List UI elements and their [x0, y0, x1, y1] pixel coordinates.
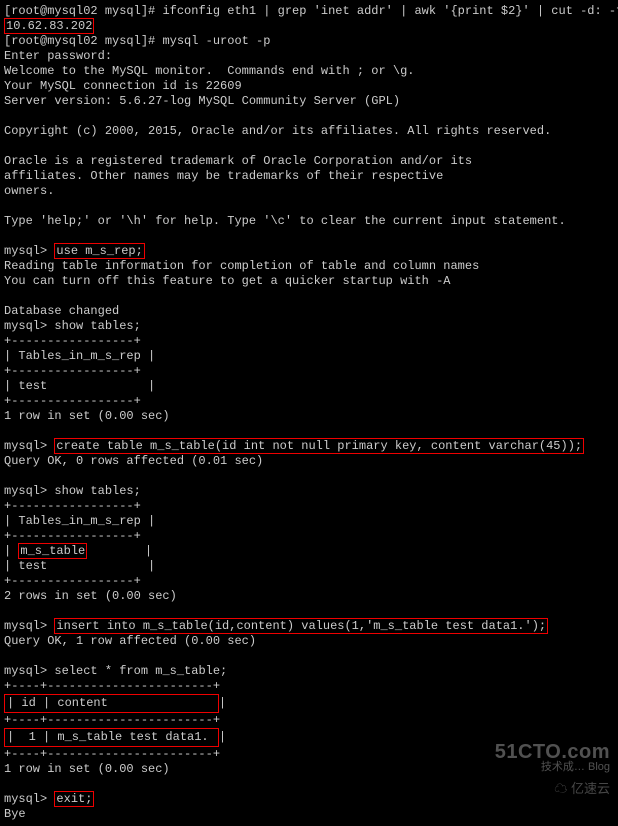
blank-line: [4, 199, 614, 214]
table-header: | Tables_in_m_s_rep |: [4, 349, 614, 364]
terminal-line: [root@mysql02 mysql]# mysql -uroot -p: [4, 34, 614, 49]
use-db-line: mysql> use m_s_rep;: [4, 244, 614, 259]
table-border: +----+-----------------------+: [4, 747, 614, 762]
terminal-line: Type 'help;' or '\h' for help. Type '\c'…: [4, 214, 614, 229]
terminal-line: Query OK, 1 row affected (0.00 sec): [4, 634, 614, 649]
table-border: +-----------------+: [4, 364, 614, 379]
table-border: +-----------------+: [4, 529, 614, 544]
table-border: +-----------------+: [4, 334, 614, 349]
table-row: | test |: [4, 379, 614, 394]
terminal-line: Server version: 5.6.27-log MySQL Communi…: [4, 94, 614, 109]
blank-line: [4, 289, 614, 304]
blank-line: [4, 109, 614, 124]
blank-line: [4, 649, 614, 664]
table-row: | m_s_table |: [4, 544, 614, 559]
select-result-block: | id | content | +----+-----------------…: [4, 694, 614, 747]
highlight-create: create table m_s_table(id int not null p…: [54, 438, 584, 454]
terminal-line: 1 row in set (0.00 sec): [4, 762, 614, 777]
table-border: +----+-----------------------+: [4, 713, 614, 728]
blank-line: [4, 139, 614, 154]
create-table-line: mysql> create table m_s_table(id int not…: [4, 439, 614, 454]
highlight-ip: 10.62.83.202: [4, 18, 94, 34]
terminal-line: Your MySQL connection id is 22609: [4, 79, 614, 94]
highlight-exit: exit;: [54, 791, 94, 807]
blank-line: [4, 424, 614, 439]
ip-output-line: 10.62.83.202: [4, 19, 614, 34]
table-border: +-----------------+: [4, 394, 614, 409]
terminal-line: mysql> show tables;: [4, 484, 614, 499]
terminal-line: [root@mysql02 mysql]# ifconfig eth1 | gr…: [4, 4, 614, 19]
terminal-line: Query OK, 0 rows affected (0.01 sec): [4, 454, 614, 469]
terminal-line: Reading table information for completion…: [4, 259, 614, 274]
insert-line: mysql> insert into m_s_table(id,content)…: [4, 619, 614, 634]
terminal-line: You can turn off this feature to get a q…: [4, 274, 614, 289]
blank-line: [4, 469, 614, 484]
terminal-line: Enter password:: [4, 49, 614, 64]
exit-line: mysql> exit;: [4, 792, 614, 807]
table-row: | test |: [4, 559, 614, 574]
blank-line: [4, 777, 614, 792]
terminal-line: Copyright (c) 2000, 2015, Oracle and/or …: [4, 124, 614, 139]
highlight-insert: insert into m_s_table(id,content) values…: [54, 618, 548, 634]
terminal-line: 2 rows in set (0.00 sec): [4, 589, 614, 604]
terminal-line: mysql> show tables;: [4, 319, 614, 334]
table-row: | 1 | m_s_table test data1. |: [4, 728, 614, 747]
highlight-select-row: | 1 | m_s_table test data1.: [4, 728, 219, 747]
highlight-select-header: | id | content: [4, 694, 219, 713]
terminal-line: owners.: [4, 184, 614, 199]
highlight-use: use m_s_rep;: [54, 243, 144, 259]
table-header: | id | content |: [4, 694, 614, 713]
terminal-line: Welcome to the MySQL monitor. Commands e…: [4, 64, 614, 79]
terminal-line: affiliates. Other names may be trademark…: [4, 169, 614, 184]
terminal-line: 1 row in set (0.00 sec): [4, 409, 614, 424]
table-border: +-----------------+: [4, 499, 614, 514]
terminal-line: mysql> select * from m_s_table;: [4, 664, 614, 679]
terminal-line: Database changed: [4, 304, 614, 319]
terminal-line: Bye: [4, 807, 614, 822]
table-border: +-----------------+: [4, 574, 614, 589]
terminal-line: Oracle is a registered trademark of Orac…: [4, 154, 614, 169]
highlight-mstable: m_s_table: [18, 543, 87, 559]
table-header: | Tables_in_m_s_rep |: [4, 514, 614, 529]
table-border: +----+-----------------------+: [4, 679, 614, 694]
blank-line: [4, 229, 614, 244]
blank-line: [4, 604, 614, 619]
